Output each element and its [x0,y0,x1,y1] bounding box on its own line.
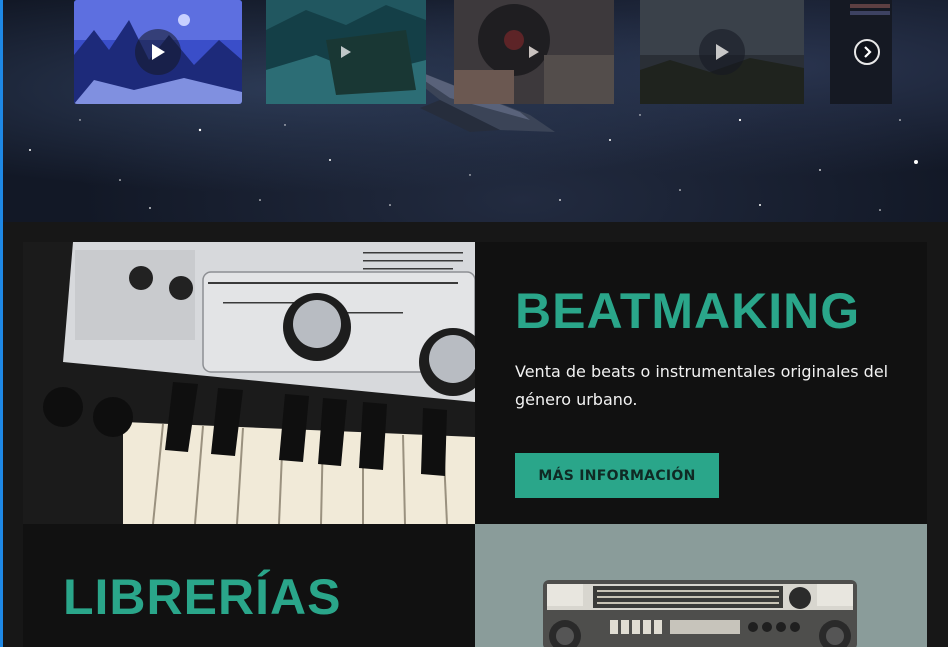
left-accent-border [0,0,3,647]
play-icon [152,44,165,60]
video-thumbnail-vinyl[interactable] [454,0,614,104]
beatmaking-card: BEATMAKING Venta de beats o instrumental… [475,242,927,524]
video-thumbnail-landscape[interactable] [266,0,426,104]
beatmaking-image [23,242,475,524]
video-carousel-hero [0,0,948,222]
play-button[interactable] [333,39,359,65]
play-icon [716,44,729,60]
carousel-next-button[interactable] [854,39,880,65]
play-button[interactable] [521,39,547,65]
video-thumbnail-dusk[interactable] [640,0,804,104]
synthesizer-image [23,242,475,524]
beatmaking-description: Venta de beats o instrumentales original… [515,362,889,409]
play-icon [341,46,351,58]
boombox-image [475,524,927,647]
video-thumbnail-mountains[interactable] [74,0,242,104]
librerias-title: LIBRERÍAS [63,569,342,625]
play-button[interactable] [135,29,181,75]
beatmaking-title: BEATMAKING [515,283,861,339]
more-info-button[interactable]: MÁS INFORMACIÓN [515,453,719,498]
librerias-image [475,524,927,647]
chevron-right-icon [864,46,872,58]
play-icon [529,46,539,58]
librerias-card: LIBRERÍAS [23,524,475,647]
play-button[interactable] [699,29,745,75]
